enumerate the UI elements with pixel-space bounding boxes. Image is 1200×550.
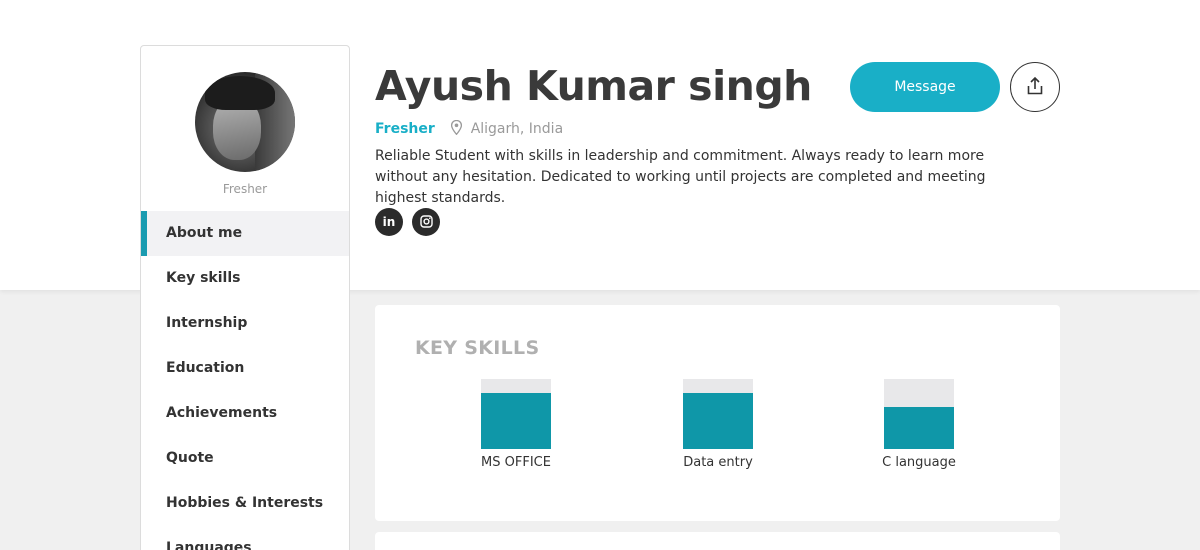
location-pin-icon [451, 119, 463, 139]
key-skills-card: KEY SKILLS MS OFFICE Data entry C langua… [375, 305, 1060, 521]
profile-location: Aligarh, India [470, 121, 564, 137]
sidebar-item-key-skills[interactable]: Key skills [141, 256, 349, 301]
skill-item: MS OFFICE [441, 379, 591, 470]
sidebar-item-achievements[interactable]: Achievements [141, 391, 349, 436]
skill-name: C language [882, 455, 956, 470]
skill-item: C language [844, 379, 994, 470]
skill-level-fill [481, 393, 551, 449]
sidebar-item-education[interactable]: Education [141, 346, 349, 391]
skill-item: Data entry [643, 379, 793, 470]
skill-name: MS OFFICE [481, 455, 551, 470]
skill-level-track [683, 379, 753, 449]
next-section-card [375, 532, 1060, 550]
instagram-icon[interactable] [412, 208, 440, 236]
linkedin-icon[interactable]: in [375, 208, 403, 236]
sidebar-nav: About me Key skills Internship Education… [141, 211, 349, 550]
profile-role: Fresher [375, 121, 435, 137]
message-button[interactable]: Message [850, 62, 1000, 112]
share-upload-icon [1025, 76, 1045, 99]
skill-level-track [481, 379, 551, 449]
social-links: in [375, 208, 449, 236]
sidebar-item-languages[interactable]: Languages [141, 526, 349, 550]
avatar [195, 72, 295, 172]
share-button[interactable] [1010, 62, 1060, 112]
key-skills-title: KEY SKILLS [415, 337, 540, 359]
skill-level-fill [683, 393, 753, 449]
profile-name: Ayush Kumar singh [375, 62, 812, 110]
skill-level-track [884, 379, 954, 449]
sidebar-item-hobbies[interactable]: Hobbies & Interests [141, 481, 349, 526]
avatar-role-caption: Fresher [222, 182, 268, 196]
sidebar-item-quote[interactable]: Quote [141, 436, 349, 481]
profile-sidebar: Fresher About me Key skills Internship E… [140, 45, 350, 550]
skill-name: Data entry [683, 455, 753, 470]
profile-meta: Fresher Aligarh, India [375, 119, 564, 139]
profile-bio: Reliable Student with skills in leadersh… [375, 148, 986, 206]
skill-level-fill [884, 407, 954, 449]
sidebar-item-internship[interactable]: Internship [141, 301, 349, 346]
sidebar-item-about-me[interactable]: About me [141, 211, 349, 256]
